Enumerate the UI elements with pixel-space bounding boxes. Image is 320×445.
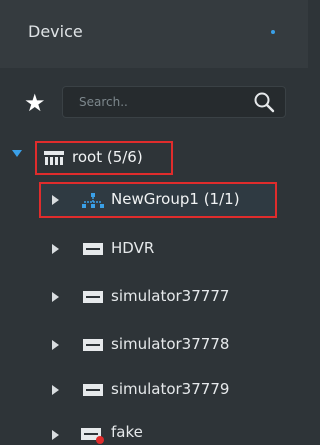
group-icon [82, 193, 104, 208]
star-icon[interactable]: ★ [24, 91, 46, 115]
device-icon [83, 291, 103, 303]
expand-chevron-right-icon[interactable] [52, 244, 59, 254]
device-icon [83, 384, 103, 396]
expand-chevron-right-icon[interactable] [52, 340, 59, 350]
expand-chevron-right-icon[interactable] [52, 292, 59, 302]
tree-device-label[interactable]: fake [111, 423, 143, 441]
search-input[interactable] [71, 87, 255, 117]
expand-chevron-down-icon[interactable] [12, 150, 22, 157]
panel-header: Device [0, 0, 308, 68]
tree-device-label[interactable]: simulator37777 [111, 287, 229, 305]
search-box[interactable] [62, 86, 286, 118]
tree-root-label[interactable]: root (5/6) [72, 148, 143, 166]
root-group-icon [44, 151, 64, 165]
header-title: Device [28, 22, 83, 41]
offline-device-icon [81, 428, 104, 444]
device-icon [83, 339, 103, 351]
device-icon [83, 243, 103, 255]
tree-group-label[interactable]: NewGroup1 (1/1) [111, 190, 240, 208]
header-menu-icon[interactable] [271, 30, 275, 34]
expand-chevron-right-icon[interactable] [52, 385, 59, 395]
tree-device-label[interactable]: simulator37779 [111, 380, 229, 398]
expand-chevron-right-icon[interactable] [52, 430, 59, 440]
search-icon[interactable] [253, 91, 275, 113]
tree-device-label[interactable]: simulator37778 [111, 335, 229, 353]
expand-chevron-right-icon[interactable] [52, 195, 59, 205]
tree-device-label[interactable]: HDVR [111, 239, 154, 257]
